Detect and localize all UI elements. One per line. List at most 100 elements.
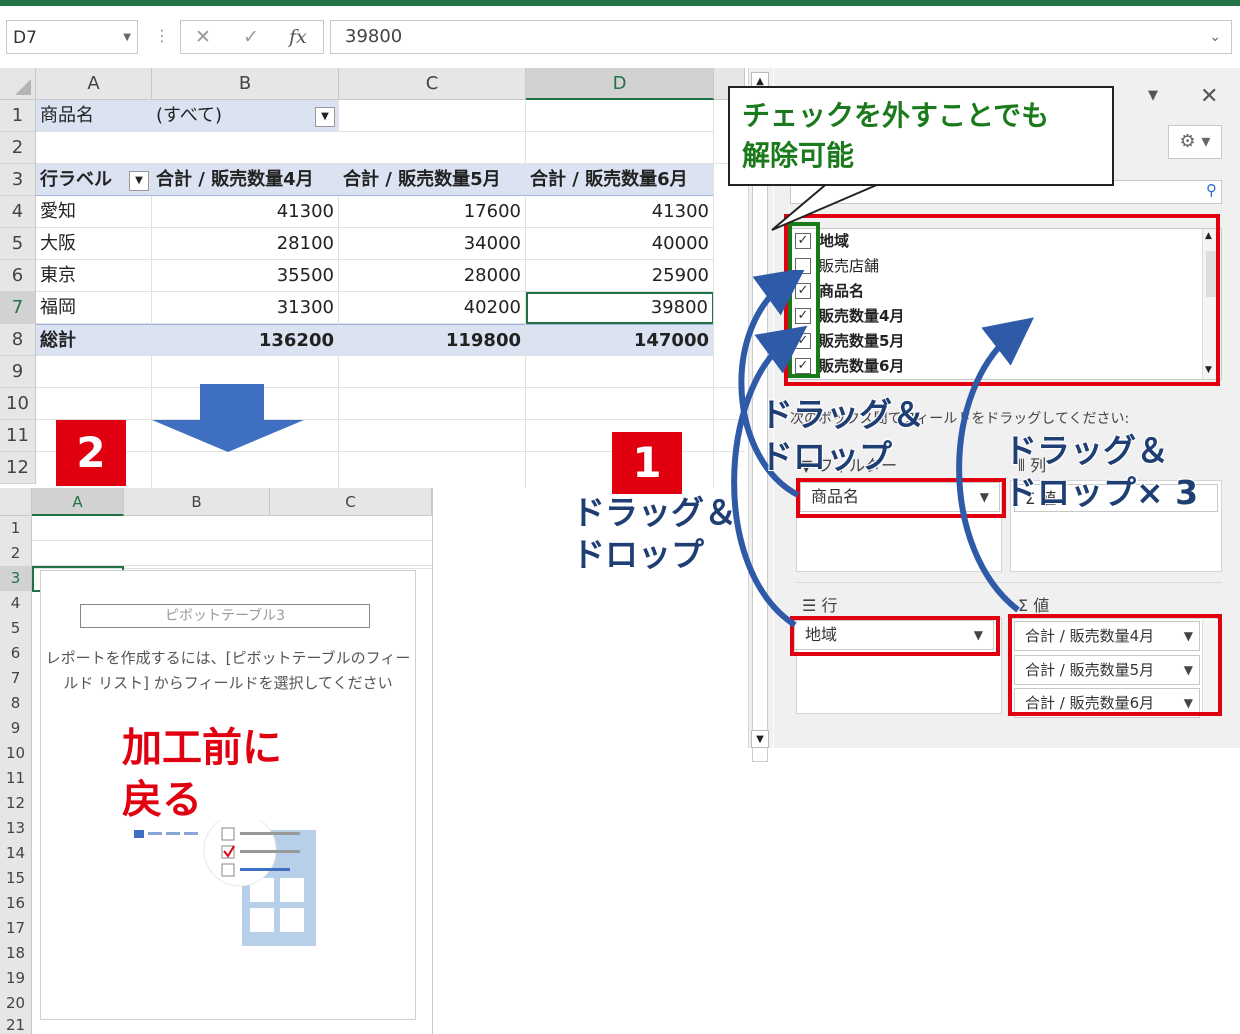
row-label[interactable]: 大阪 xyxy=(36,228,152,260)
row-label[interactable]: 愛知 xyxy=(36,196,152,228)
row-header[interactable]: 4 xyxy=(0,196,36,228)
row-filter-dropdown-icon[interactable]: ▼ xyxy=(129,171,149,191)
column-header-b[interactable]: B xyxy=(124,488,270,516)
name-box-value: D7 xyxy=(13,28,37,48)
column-header-c[interactable]: C xyxy=(270,488,432,516)
row-header[interactable]: 17 xyxy=(0,916,32,941)
filter-field-label: 商品名 xyxy=(36,100,152,132)
select-all-corner[interactable] xyxy=(0,488,32,516)
label-line: ドラッグ＆ xyxy=(1004,431,1169,470)
row-header[interactable]: 16 xyxy=(0,891,32,916)
row-header[interactable]: 1 xyxy=(0,100,36,132)
row-header[interactable]: 1 xyxy=(0,516,32,541)
row-header[interactable]: 14 xyxy=(0,841,32,866)
instruction-line: ルド リスト] からフィールドを選択してください xyxy=(63,674,393,692)
value-cell[interactable]: 35500 xyxy=(152,260,339,292)
value-header-jun: 合計 / 販売数量6月 xyxy=(526,164,714,196)
row-labels-text: 行ラベル xyxy=(40,169,112,190)
pivot-table-name: ピボットテーブル3 xyxy=(80,604,370,628)
settings-gear-icon[interactable]: ⚙ ▾ xyxy=(1168,125,1222,159)
value-cell[interactable]: 40200 xyxy=(339,292,526,324)
formula-input[interactable]: 39800 ⌄ xyxy=(330,20,1232,54)
insert-function-icon[interactable]: fx xyxy=(289,26,307,48)
label-line: ドラッグ＆ xyxy=(760,395,925,434)
cancel-icon[interactable]: ✕ xyxy=(195,26,211,48)
column-header-a[interactable]: A xyxy=(36,68,152,100)
row-header[interactable]: 11 xyxy=(0,420,36,452)
label-line: ドロップ xyxy=(572,535,704,574)
grand-total-label: 総計 xyxy=(36,324,152,356)
row-header[interactable]: 3 xyxy=(0,566,32,591)
grand-total-value: 136200 xyxy=(152,324,339,356)
drag-drop-label: ドラッグ＆ ドロップ xyxy=(760,394,925,478)
value-cell[interactable]: 41300 xyxy=(152,196,339,228)
value-cell[interactable]: 28000 xyxy=(339,260,526,292)
value-header-apr: 合計 / 販売数量4月 xyxy=(152,164,339,196)
row-header[interactable]: 4 xyxy=(0,591,32,616)
filter-value-text: (すべて) xyxy=(156,105,223,126)
row-header[interactable]: 6 xyxy=(0,260,36,292)
row-header[interactable]: 10 xyxy=(0,388,36,420)
gridline xyxy=(338,356,339,488)
row-header[interactable]: 9 xyxy=(0,356,36,388)
name-box[interactable]: D7 ▼ xyxy=(6,20,138,54)
row-header[interactable]: 5 xyxy=(0,228,36,260)
filter-dropdown-icon[interactable]: ▼ xyxy=(315,107,335,127)
row-header[interactable]: 2 xyxy=(0,132,36,164)
drag-drop-label: ドラッグ＆ ドロップ xyxy=(572,492,737,576)
row-header[interactable]: 11 xyxy=(0,766,32,791)
row-header[interactable]: 15 xyxy=(0,866,32,891)
filter-field-value[interactable]: (すべて) ▼ xyxy=(152,100,339,132)
row-header[interactable]: 21 xyxy=(0,1016,32,1034)
row-header[interactable]: 7 xyxy=(0,292,36,324)
chevron-down-icon[interactable]: ▼ xyxy=(123,21,131,55)
step-badge-1: 1 xyxy=(612,432,682,494)
formula-bar-separator: ⋮ xyxy=(154,26,170,45)
column-header-d[interactable]: D xyxy=(526,68,714,100)
value-header-may: 合計 / 販売数量5月 xyxy=(339,164,526,196)
row-header[interactable]: 7 xyxy=(0,666,32,691)
row-header[interactable]: 9 xyxy=(0,716,32,741)
row-labels-header[interactable]: 行ラベル ▼ xyxy=(36,164,152,196)
row-header[interactable]: 8 xyxy=(0,324,36,356)
scroll-down-icon[interactable]: ▼ xyxy=(751,730,769,748)
close-icon[interactable]: ✕ xyxy=(1200,84,1218,109)
row-header[interactable]: 10 xyxy=(0,741,32,766)
select-all-corner[interactable] xyxy=(0,68,36,100)
row-header[interactable]: 13 xyxy=(0,816,32,841)
row-header[interactable]: 3 xyxy=(0,164,36,196)
row-header[interactable]: 5 xyxy=(0,616,32,641)
column-header-b[interactable]: B xyxy=(152,68,339,100)
row-header[interactable]: 20 xyxy=(0,991,32,1016)
value-cell[interactable]: 17600 xyxy=(339,196,526,228)
value-cell[interactable]: 28100 xyxy=(152,228,339,260)
row-header[interactable]: 2 xyxy=(0,541,32,566)
row-header[interactable]: 12 xyxy=(0,452,36,484)
active-cell[interactable]: 39800 xyxy=(526,292,714,324)
value-cell[interactable]: 31300 xyxy=(152,292,339,324)
row-header[interactable]: 8 xyxy=(0,691,32,716)
row-label[interactable]: 福岡 xyxy=(36,292,152,324)
value-cell[interactable]: 25900 xyxy=(526,260,714,292)
tip-callout: チェックを外すことでも 解除可能 xyxy=(728,86,1114,186)
column-header-a[interactable]: A xyxy=(32,488,124,516)
row-header[interactable]: 18 xyxy=(0,941,32,966)
value-cell[interactable]: 34000 xyxy=(339,228,526,260)
row-header[interactable]: 6 xyxy=(0,641,32,666)
enter-icon[interactable]: ✓ xyxy=(243,26,259,48)
callout-line: チェックを外すことでも xyxy=(742,99,1050,132)
formula-value: 39800 xyxy=(345,26,403,47)
cell[interactable] xyxy=(339,100,526,132)
column-header-c[interactable]: C xyxy=(339,68,526,100)
row-label[interactable]: 東京 xyxy=(36,260,152,292)
row-header[interactable]: 12 xyxy=(0,791,32,816)
instruction-line: レポートを作成するには、[ピボットテーブルのフィー xyxy=(45,649,411,667)
search-icon: ⚲ xyxy=(1206,181,1217,199)
cell[interactable] xyxy=(526,100,714,132)
pivot-placeholder-instruction: レポートを作成するには、[ピボットテーブルのフィー ルド リスト] からフィール… xyxy=(40,646,416,696)
chevron-down-icon[interactable]: ⌄ xyxy=(1209,21,1221,53)
value-cell[interactable]: 41300 xyxy=(526,196,714,228)
pane-options-icon[interactable]: ▼ xyxy=(1148,88,1158,103)
row-header[interactable]: 19 xyxy=(0,966,32,991)
value-cell[interactable]: 40000 xyxy=(526,228,714,260)
